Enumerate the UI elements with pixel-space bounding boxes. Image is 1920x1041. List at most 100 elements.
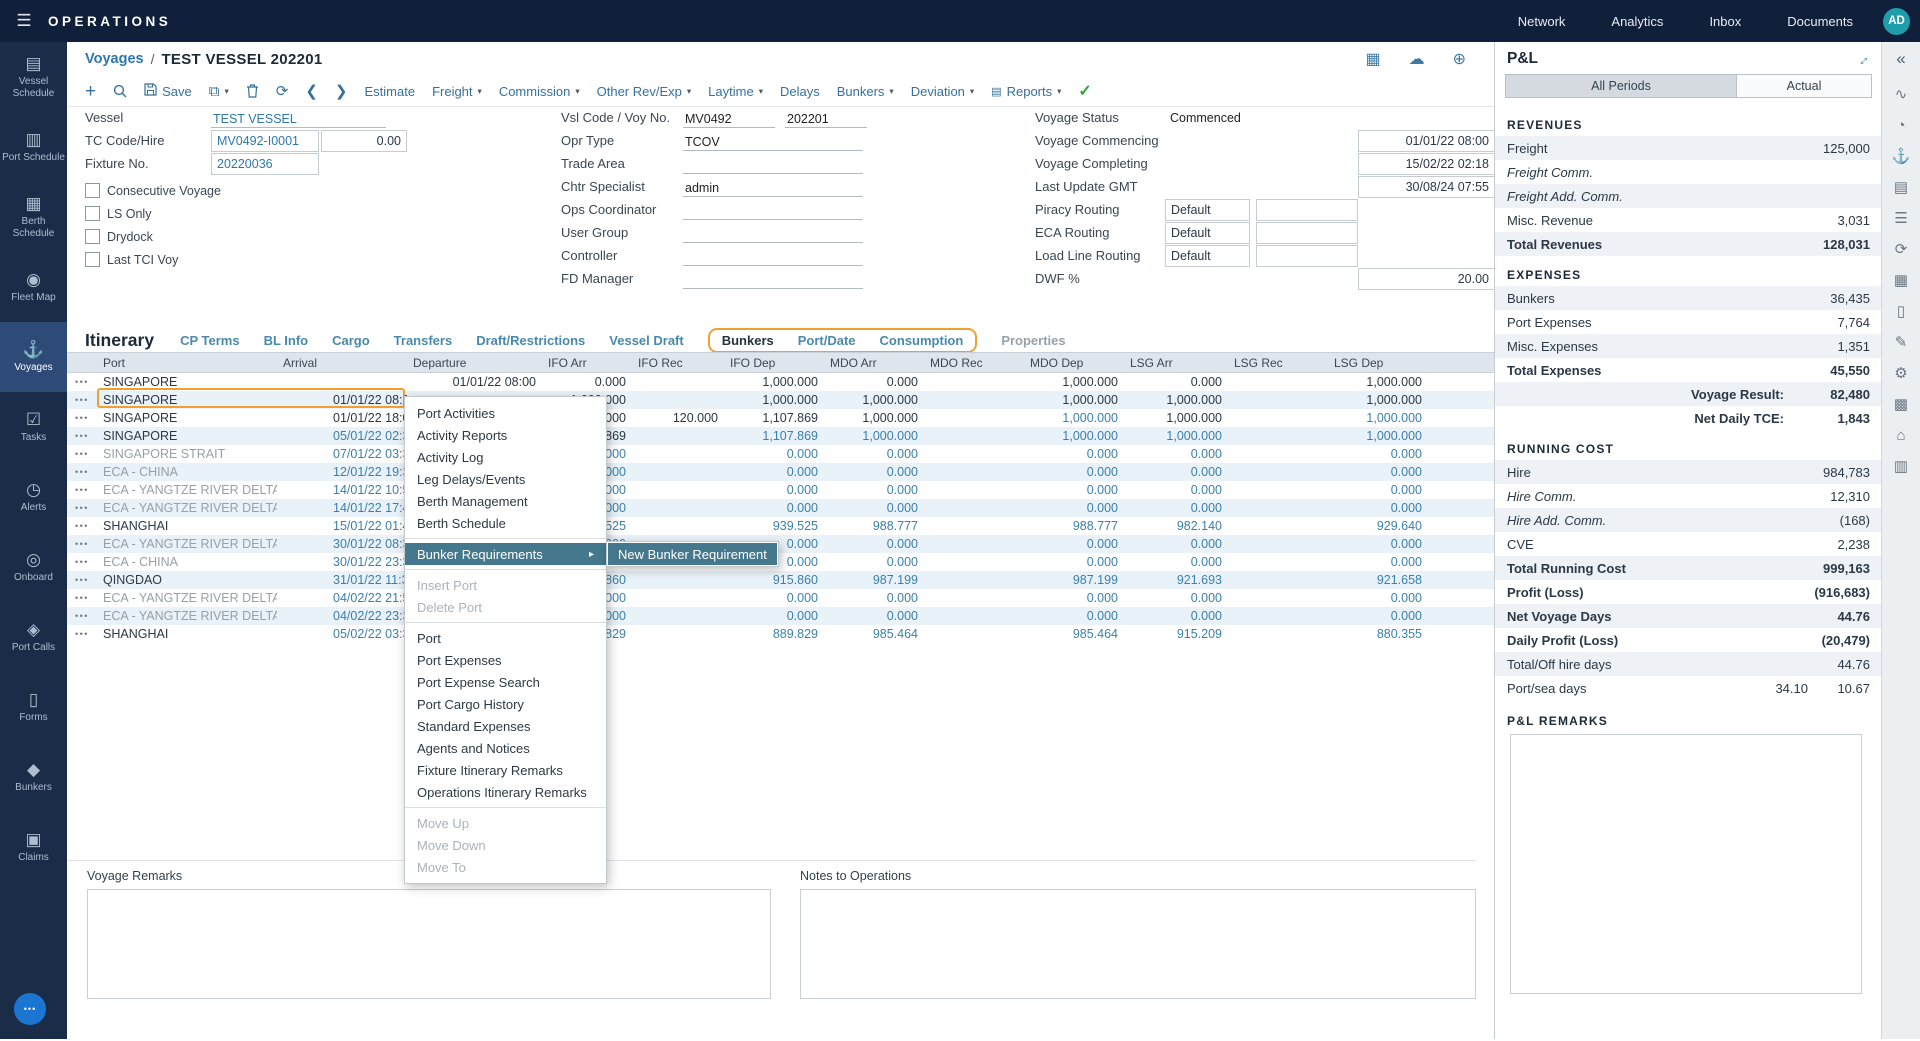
ship-icon[interactable]: ⚓ xyxy=(1892,149,1911,164)
menu-item-activity-reports[interactable]: Activity Reports xyxy=(405,424,606,446)
reports-button[interactable]: ▤Reports▾ xyxy=(991,84,1061,99)
estimate-button[interactable]: Estimate xyxy=(364,84,415,99)
col-header-lsg-rec[interactable]: LSG Rec xyxy=(1228,356,1328,370)
vessel-field[interactable]: TEST VESSEL xyxy=(211,107,386,128)
topbar-link-network[interactable]: Network xyxy=(1518,14,1566,29)
copy-button[interactable]: ⧉ ▾ xyxy=(209,84,229,99)
row-handle[interactable]: ••• xyxy=(67,499,97,517)
last-update-gmt-field[interactable]: 30/08/24 07:55 xyxy=(1358,176,1495,198)
itinerary-row[interactable]: •••SINGAPORE STRAIT07/01/22 03:300.0000.… xyxy=(67,445,1494,463)
chtr-specialist-field[interactable]: admin xyxy=(683,176,863,197)
col-header-mdo-arr[interactable]: MDO Arr xyxy=(824,356,924,370)
bar-chart-icon[interactable]: ▥ xyxy=(1894,459,1908,474)
sidebar-item-onboard[interactable]: ◎Onboard xyxy=(0,532,67,602)
fixture-no-field[interactable]: 20220036 xyxy=(211,153,319,175)
freight-button[interactable]: Freight▾ xyxy=(432,84,482,99)
piracy-routing-field-2[interactable] xyxy=(1256,199,1358,221)
fd-manager-field[interactable] xyxy=(683,268,863,289)
tab-transfers[interactable]: Transfers xyxy=(394,333,453,348)
donut-chart-icon[interactable]: ◔ xyxy=(1896,118,1905,133)
itinerary-row[interactable]: •••ECA - CHINA30/01/22 23:300.0000.0000.… xyxy=(67,553,1494,571)
itinerary-row[interactable]: •••SINGAPORE01/01/22 08:001,000.0001,000… xyxy=(67,391,1494,409)
sidebar-item-port-calls[interactable]: ◈Port Calls xyxy=(0,602,67,672)
menu-item-port-cargo-history[interactable]: Port Cargo History xyxy=(405,693,606,715)
refresh-icon[interactable]: ⟳ xyxy=(276,84,289,99)
itinerary-row[interactable]: •••ECA - YANGTZE RIVER DELTA14/01/22 10:… xyxy=(67,481,1494,499)
collapse-panel-icon[interactable]: « xyxy=(1896,50,1905,67)
voyage-completing-field[interactable]: 15/02/22 02:18 xyxy=(1358,153,1495,175)
tc-hire-rate-field[interactable]: 0.00 xyxy=(321,130,407,152)
commission-button[interactable]: Commission▾ xyxy=(499,84,580,99)
col-header-ifo-arr[interactable]: IFO Arr xyxy=(542,356,632,370)
notes-to-operations-input[interactable] xyxy=(800,889,1476,999)
topbar-link-analytics[interactable]: Analytics xyxy=(1611,14,1663,29)
checkbox[interactable] xyxy=(85,229,100,244)
search-icon[interactable] xyxy=(113,84,127,98)
itinerary-row[interactable]: •••SHANGHAI15/01/22 01:40939.525939.5259… xyxy=(67,517,1494,535)
itinerary-row[interactable]: •••SINGAPORE05/01/22 02:301,107.8691,107… xyxy=(67,427,1494,445)
avatar[interactable]: AD xyxy=(1883,8,1910,35)
line-chart-icon[interactable]: ∿ xyxy=(1895,87,1908,102)
checkbox-consecutive-voyage[interactable]: Consecutive Voyage xyxy=(85,179,407,202)
menu-item-berth-schedule[interactable]: Berth Schedule xyxy=(405,512,606,534)
calculator-icon[interactable]: ▩ xyxy=(1894,397,1908,412)
other-rev-exp-button[interactable]: Other Rev/Exp▾ xyxy=(597,84,692,99)
row-handle[interactable]: ••• xyxy=(67,409,97,427)
deviation-button[interactable]: Deviation▾ xyxy=(911,84,974,99)
pnl-remarks-box[interactable] xyxy=(1510,734,1862,994)
bunkers-button[interactable]: Bunkers▾ xyxy=(837,84,894,99)
grid-icon[interactable]: ▦ xyxy=(1894,273,1908,288)
col-header-ifo-dep[interactable]: IFO Dep xyxy=(724,356,824,370)
delete-icon[interactable] xyxy=(246,84,259,98)
pnl-tab-all-periods[interactable]: All Periods xyxy=(1506,75,1736,97)
sidebar-item-voyages[interactable]: ⚓Voyages xyxy=(0,322,67,392)
add-icon[interactable]: + xyxy=(85,82,96,101)
trade-area-field[interactable] xyxy=(683,153,863,174)
itinerary-row[interactable]: •••ECA - CHINA12/01/22 19:300.0000.0000.… xyxy=(67,463,1494,481)
col-header-departure[interactable]: Departure xyxy=(407,356,542,370)
cloud-sync-icon[interactable]: ☁ xyxy=(1409,49,1425,69)
menu-item-port[interactable]: Port xyxy=(405,627,606,649)
menu-item-bunker-requirements[interactable]: Bunker Requirements▸ xyxy=(405,543,606,565)
row-handle[interactable]: ••• xyxy=(67,571,97,589)
col-header-lsg-dep[interactable]: LSG Dep xyxy=(1328,356,1428,370)
checkbox[interactable] xyxy=(85,252,100,267)
globe-icon[interactable]: ⊕ xyxy=(1453,49,1466,69)
menu-item-standard-expenses[interactable]: Standard Expenses xyxy=(405,715,606,737)
checkbox-last-tci-voy[interactable]: Last TCI Voy xyxy=(85,248,407,271)
itinerary-row[interactable]: •••ECA - YANGTZE RIVER DELTA14/01/22 17:… xyxy=(67,499,1494,517)
hamburger-menu-icon[interactable]: ☰ xyxy=(0,11,48,31)
row-handle[interactable]: ••• xyxy=(67,625,97,643)
row-handle[interactable]: ••• xyxy=(67,553,97,571)
tab-port-date[interactable]: Port/Date xyxy=(798,333,856,348)
expand-icon[interactable]: ↔ xyxy=(1851,48,1874,71)
itinerary-row[interactable]: •••ECA - YANGTZE RIVER DELTA04/02/22 23:… xyxy=(67,607,1494,625)
itinerary-row[interactable]: •••ECA - YANGTZE RIVER DELTA04/02/22 21:… xyxy=(67,589,1494,607)
controller-field[interactable] xyxy=(683,245,863,266)
voy-no-field[interactable]: 202201 xyxy=(785,107,867,128)
sidebar-item-bunkers[interactable]: ◆Bunkers xyxy=(0,742,67,812)
sidebar-item-forms[interactable]: ▯Forms xyxy=(0,672,67,742)
checkbox[interactable] xyxy=(85,183,100,198)
row-handle[interactable]: ••• xyxy=(67,535,97,553)
itinerary-row[interactable]: •••QINGDAO31/01/22 11:30915.860915.86098… xyxy=(67,571,1494,589)
tab-vessel-draft[interactable]: Vessel Draft xyxy=(609,333,683,348)
checkbox-ls-only[interactable]: LS Only xyxy=(85,202,407,225)
menu-item-fixture-itinerary-remarks[interactable]: Fixture Itinerary Remarks xyxy=(405,759,606,781)
tab-bl-info[interactable]: BL Info xyxy=(264,333,309,348)
opr-type-field[interactable]: TCOV xyxy=(683,130,863,151)
sync-icon[interactable]: ⟳ xyxy=(1895,242,1908,257)
prev-icon[interactable]: ❮ xyxy=(305,84,318,99)
home-icon[interactable]: ⌂ xyxy=(1896,428,1905,443)
row-handle[interactable]: ••• xyxy=(67,481,97,499)
row-handle[interactable]: ••• xyxy=(67,463,97,481)
menu-item-leg-delays-events[interactable]: Leg Delays/Events xyxy=(405,468,606,490)
next-icon[interactable]: ❯ xyxy=(335,84,348,99)
load-line-routing-field[interactable]: Default xyxy=(1165,245,1250,267)
col-header-lsg-arr[interactable]: LSG Arr xyxy=(1124,356,1228,370)
card-icon[interactable]: ▤ xyxy=(1894,180,1908,195)
piracy-routing-field[interactable]: Default xyxy=(1165,199,1250,221)
eca-routing-field-2[interactable] xyxy=(1256,222,1358,244)
edit-icon[interactable]: ✎ xyxy=(1895,335,1908,350)
sidebar-item-berth-schedule[interactable]: ▦Berth Schedule xyxy=(0,182,67,252)
